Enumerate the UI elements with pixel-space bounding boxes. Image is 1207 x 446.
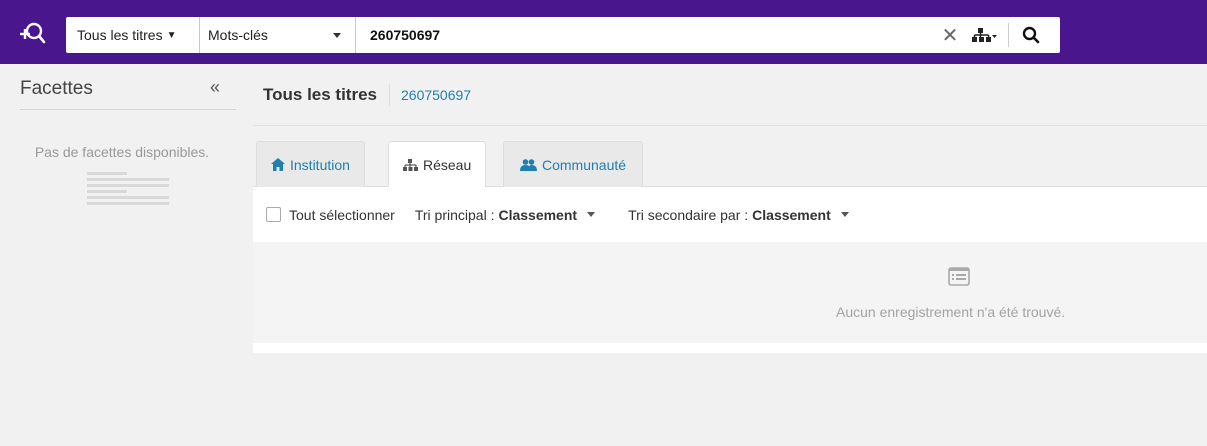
caret-down-icon bbox=[840, 212, 849, 217]
collapse-facets-button[interactable]: « bbox=[210, 75, 220, 98]
clear-search-button[interactable]: ✕ bbox=[938, 17, 962, 53]
search-bar: Tous les titres ▼ Mots-clés bbox=[66, 17, 1060, 53]
tab-reseau[interactable]: Réseau bbox=[388, 141, 487, 188]
primary-sort-value: Classement bbox=[498, 206, 578, 223]
primary-sort-label: Tri principal : bbox=[414, 206, 495, 223]
tab-label: Réseau bbox=[423, 157, 472, 173]
network-scope-button[interactable] bbox=[968, 17, 1002, 53]
top-bar: Tous les titres ▼ Mots-clés ✕ bbox=[0, 0, 1207, 64]
facets-title: Facettes bbox=[20, 77, 93, 99]
close-icon: ✕ bbox=[941, 24, 959, 47]
secondary-sort-dropdown[interactable]: Tri secondaire par : Classement bbox=[628, 207, 849, 223]
home-icon bbox=[271, 158, 285, 171]
network-icon bbox=[403, 159, 418, 171]
list-icon bbox=[948, 267, 970, 286]
caret-down-icon bbox=[333, 33, 341, 38]
search-button[interactable] bbox=[1014, 17, 1048, 53]
tab-institution[interactable]: Institution bbox=[256, 141, 365, 187]
toolbar-divider bbox=[1008, 23, 1009, 47]
search-field-label: Mots-clés bbox=[208, 27, 268, 43]
empty-results-message: Aucun enregistrement n'a été trouvé. bbox=[836, 304, 1066, 320]
library-search-logo-icon[interactable] bbox=[18, 20, 46, 46]
tab-communaute[interactable]: Communauté bbox=[503, 141, 644, 187]
search-icon bbox=[1022, 26, 1040, 44]
users-icon bbox=[520, 158, 537, 171]
secondary-sort-value: Classement bbox=[752, 206, 831, 223]
network-icon bbox=[972, 28, 997, 42]
page-title: Tous les titres bbox=[263, 84, 377, 104]
search-scope-label: Tous les titres bbox=[77, 27, 163, 43]
facets-placeholder-icon bbox=[87, 172, 169, 205]
empty-results-area: Aucun enregistrement n'a été trouvé. bbox=[253, 242, 1207, 343]
tab-label: Communauté bbox=[542, 156, 627, 173]
primary-sort-dropdown[interactable]: Tri principal : Classement bbox=[414, 206, 596, 223]
results-toolbar: Tout sélectionner Tri principal : Classe… bbox=[253, 187, 1207, 242]
results-panel: Tous les titres 260750697 Institution Ré… bbox=[253, 64, 1207, 353]
tab-label: Institution bbox=[290, 156, 350, 173]
select-all-checkbox[interactable] bbox=[266, 207, 281, 222]
scope-tabs: Institution Réseau Communauté bbox=[253, 141, 1207, 188]
search-scope-dropdown[interactable]: Tous les titres ▼ bbox=[66, 17, 200, 53]
facets-header: Facettes « bbox=[20, 64, 236, 110]
caret-down-icon: ▼ bbox=[166, 29, 177, 41]
caret-down-icon bbox=[587, 212, 596, 217]
select-all-label: Tout sélectionner bbox=[289, 206, 395, 223]
results-content: Tout sélectionner Tri principal : Classe… bbox=[253, 187, 1207, 353]
secondary-sort-label: Tri secondaire par : bbox=[628, 206, 749, 223]
results-header: Tous les titres 260750697 bbox=[253, 64, 1207, 126]
facets-empty-message: Pas de facettes disponibles. bbox=[34, 144, 210, 160]
search-field-dropdown[interactable]: Mots-clés bbox=[200, 17, 356, 53]
query-link[interactable]: 260750697 bbox=[389, 83, 471, 106]
facets-panel: Facettes « Pas de facettes disponibles. bbox=[20, 64, 236, 208]
